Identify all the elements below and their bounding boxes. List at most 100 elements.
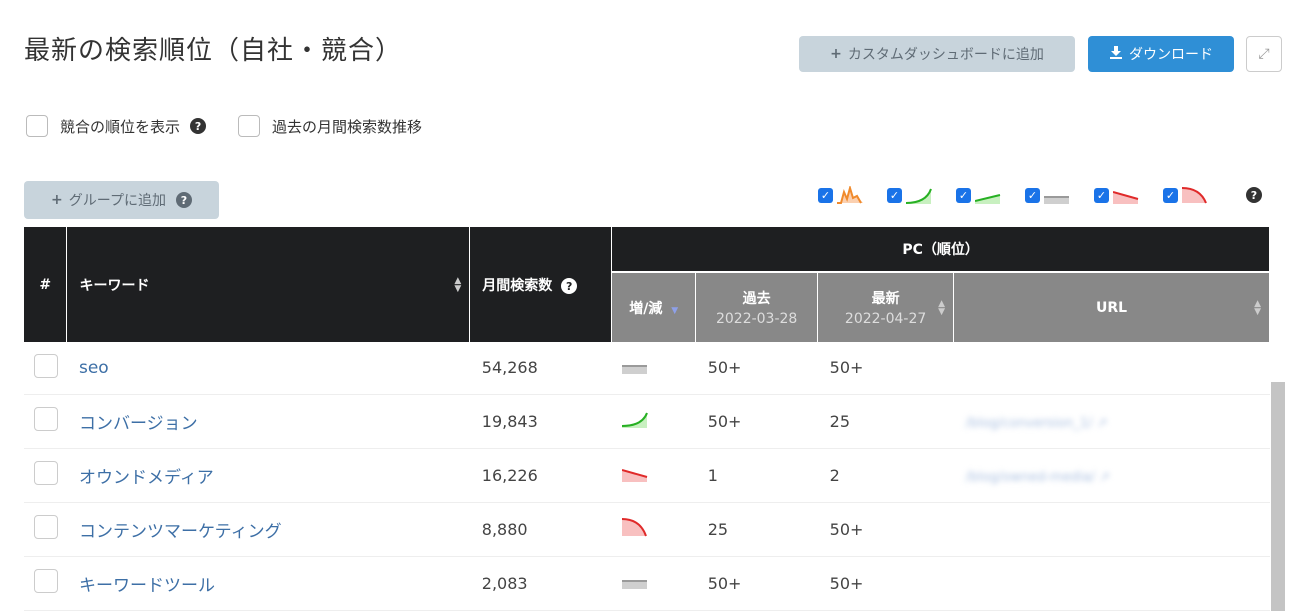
col-volume-header[interactable]: 月間検索数 ? [469, 227, 613, 342]
trend-filter-spike[interactable]: ✓ [818, 186, 863, 204]
keyword-ranking-table: # キーワード ▲ ▼ 月間検索数 ? PC（順位） 増/減 ▼ 過去 2022-… [24, 227, 1270, 611]
rising-trend-icon [906, 188, 932, 204]
monthly-trend-checkbox[interactable] [238, 115, 261, 137]
ranking-url-link[interactable]: /blog/owned-media/ [966, 470, 1095, 485]
row-checkbox[interactable] [34, 461, 58, 485]
col-change-header[interactable]: 増/減 ▼ [611, 272, 697, 342]
checkbox-checked-icon[interactable]: ✓ [1163, 187, 1178, 203]
past-rank-cell: 50+ [695, 394, 818, 449]
latest-rank-cell: 50+ [817, 502, 954, 557]
trend-filter-flat[interactable]: ✓ [1025, 186, 1070, 204]
latest-rank-cell: 50+ [817, 556, 954, 611]
external-link-icon: ↗ [1095, 469, 1111, 485]
slight-fall-icon [621, 467, 648, 486]
volume-cell: 8,880 [469, 502, 612, 557]
row-select-cell [24, 556, 67, 611]
col-latest-label: 最新 [871, 291, 900, 307]
latest-rank-cell: 50+ [817, 342, 954, 395]
trend-filter-rise[interactable]: ✓ [887, 186, 932, 204]
plus-icon: + [830, 46, 842, 62]
past-rank-cell: 1 [695, 448, 818, 503]
external-link-icon: ↗ [1092, 415, 1108, 431]
col-url-label: URL [1096, 299, 1128, 316]
volume-cell: 16,226 [469, 448, 612, 503]
monthly-trend-label: 過去の月間検索数推移 [272, 117, 423, 136]
help-icon[interactable]: ? [175, 192, 192, 208]
col-latest-header[interactable]: 最新 2022-04-27 ▲ ▼ [817, 272, 955, 342]
trend-filter-slight-rise[interactable]: ✓ [956, 186, 1001, 204]
past-rank-cell: 25 [695, 502, 818, 557]
col-num-header: # [24, 227, 68, 342]
checkbox-checked-icon[interactable]: ✓ [887, 187, 902, 203]
sort-icon[interactable]: ▲ ▼ [938, 299, 945, 316]
trend-filter-fall[interactable]: ✓ [1163, 186, 1208, 204]
help-icon[interactable]: ? [190, 118, 207, 134]
row-checkbox[interactable] [34, 353, 58, 378]
col-volume-label: 月間検索数 [482, 277, 553, 294]
table-row: seo 54,268 50+ 50+ [24, 342, 1270, 395]
options-row: 競合の順位を表示 ? 過去の月間検索数推移 [26, 115, 422, 137]
row-checkbox[interactable] [34, 569, 58, 593]
plus-icon: + [51, 192, 63, 208]
col-past-label: 過去 [742, 291, 771, 307]
keyword-link[interactable]: seo [79, 358, 109, 378]
keyword-link[interactable]: オウンドメディア [79, 468, 214, 488]
latest-rank-cell: 25 [817, 394, 954, 449]
slight-rise-icon [975, 194, 1001, 204]
flat-trend-icon [621, 574, 648, 593]
pc-rank-group-header: PC（順位） [611, 227, 1270, 273]
volume-cell: 2,083 [469, 556, 612, 611]
checkbox-checked-icon[interactable]: ✓ [818, 187, 833, 203]
expand-button[interactable]: ⤢ [1246, 36, 1282, 72]
past-rank-cell: 50+ [695, 556, 818, 611]
help-icon[interactable]: ? [1246, 187, 1262, 203]
past-rank-cell: 50+ [695, 342, 818, 395]
row-checkbox[interactable] [34, 515, 58, 539]
help-icon[interactable]: ? [561, 278, 578, 294]
latest-rank-cell: 2 [817, 448, 954, 503]
ranking-url-link[interactable]: /blog/conversion_1/ [966, 416, 1093, 431]
col-url-header[interactable]: URL ▲ ▼ [953, 272, 1270, 342]
slight-fall-icon [1113, 191, 1139, 204]
expand-icon: ⤢ [1258, 46, 1270, 62]
add-to-custom-dashboard-label: カスタムダッシュボードに追加 [847, 47, 1044, 63]
keyword-link[interactable]: コンバージョン [79, 414, 198, 434]
col-past-date: 2022-03-28 [715, 311, 798, 327]
volume-cell: 54,268 [469, 342, 612, 395]
sort-icon[interactable]: ▲ ▼ [454, 276, 461, 293]
row-select-cell [24, 342, 67, 395]
keyword-link[interactable]: キーワードツール [79, 576, 215, 596]
sort-desc-icon: ▼ [671, 305, 679, 316]
trend-filter-legend: ✓ ✓ ✓ ✓ ✓ ✓ ? [818, 186, 1262, 204]
add-to-group-label: グループに追加 [68, 193, 166, 209]
trend-filter-slight-fall[interactable]: ✓ [1094, 186, 1139, 204]
sort-icon[interactable]: ▲ ▼ [1254, 299, 1261, 316]
add-to-group-button[interactable]: + グループに追加 ? [24, 181, 219, 219]
download-icon [1109, 45, 1123, 63]
checkbox-checked-icon[interactable]: ✓ [1025, 187, 1040, 203]
row-checkbox[interactable] [34, 407, 58, 431]
rising-trend-icon [621, 412, 648, 432]
row-select-cell [24, 448, 67, 503]
table-row: コンバージョン 19,843 50+ 25/blog/conversion_1/ ↗ [24, 394, 1270, 449]
col-change-label: 増/減 [629, 300, 663, 317]
col-keyword-header[interactable]: キーワード ▲ ▼ [66, 227, 471, 342]
download-button[interactable]: ダウンロード [1088, 36, 1234, 72]
scrollbar[interactable] [1271, 382, 1285, 611]
falling-trend-icon [621, 518, 648, 541]
spike-trend-icon [837, 186, 863, 204]
table-body: seo 54,268 50+ 50+ コンバージョン 19,843 50+ 25/blog/c… [24, 342, 1270, 611]
table-row: コンテンツマーケティング 8,880 25 50+ [24, 502, 1270, 557]
col-keyword-label: キーワード [79, 277, 150, 294]
falling-trend-icon [1182, 187, 1207, 204]
col-past-header[interactable]: 過去 2022-03-28 [695, 272, 819, 342]
checkbox-checked-icon[interactable]: ✓ [1094, 187, 1109, 203]
keyword-link[interactable]: コンテンツマーケティング [79, 522, 282, 542]
add-to-custom-dashboard-button[interactable]: + カスタムダッシュボードに追加 [799, 36, 1075, 72]
col-latest-date: 2022-04-27 [844, 311, 927, 327]
table-row: キーワードツール 2,083 50+ 50+ [24, 556, 1270, 611]
show-competitor-label: 競合の順位を表示 [60, 117, 181, 136]
show-competitor-checkbox[interactable] [26, 115, 48, 137]
checkbox-checked-icon[interactable]: ✓ [956, 187, 971, 203]
row-select-cell [24, 394, 67, 449]
